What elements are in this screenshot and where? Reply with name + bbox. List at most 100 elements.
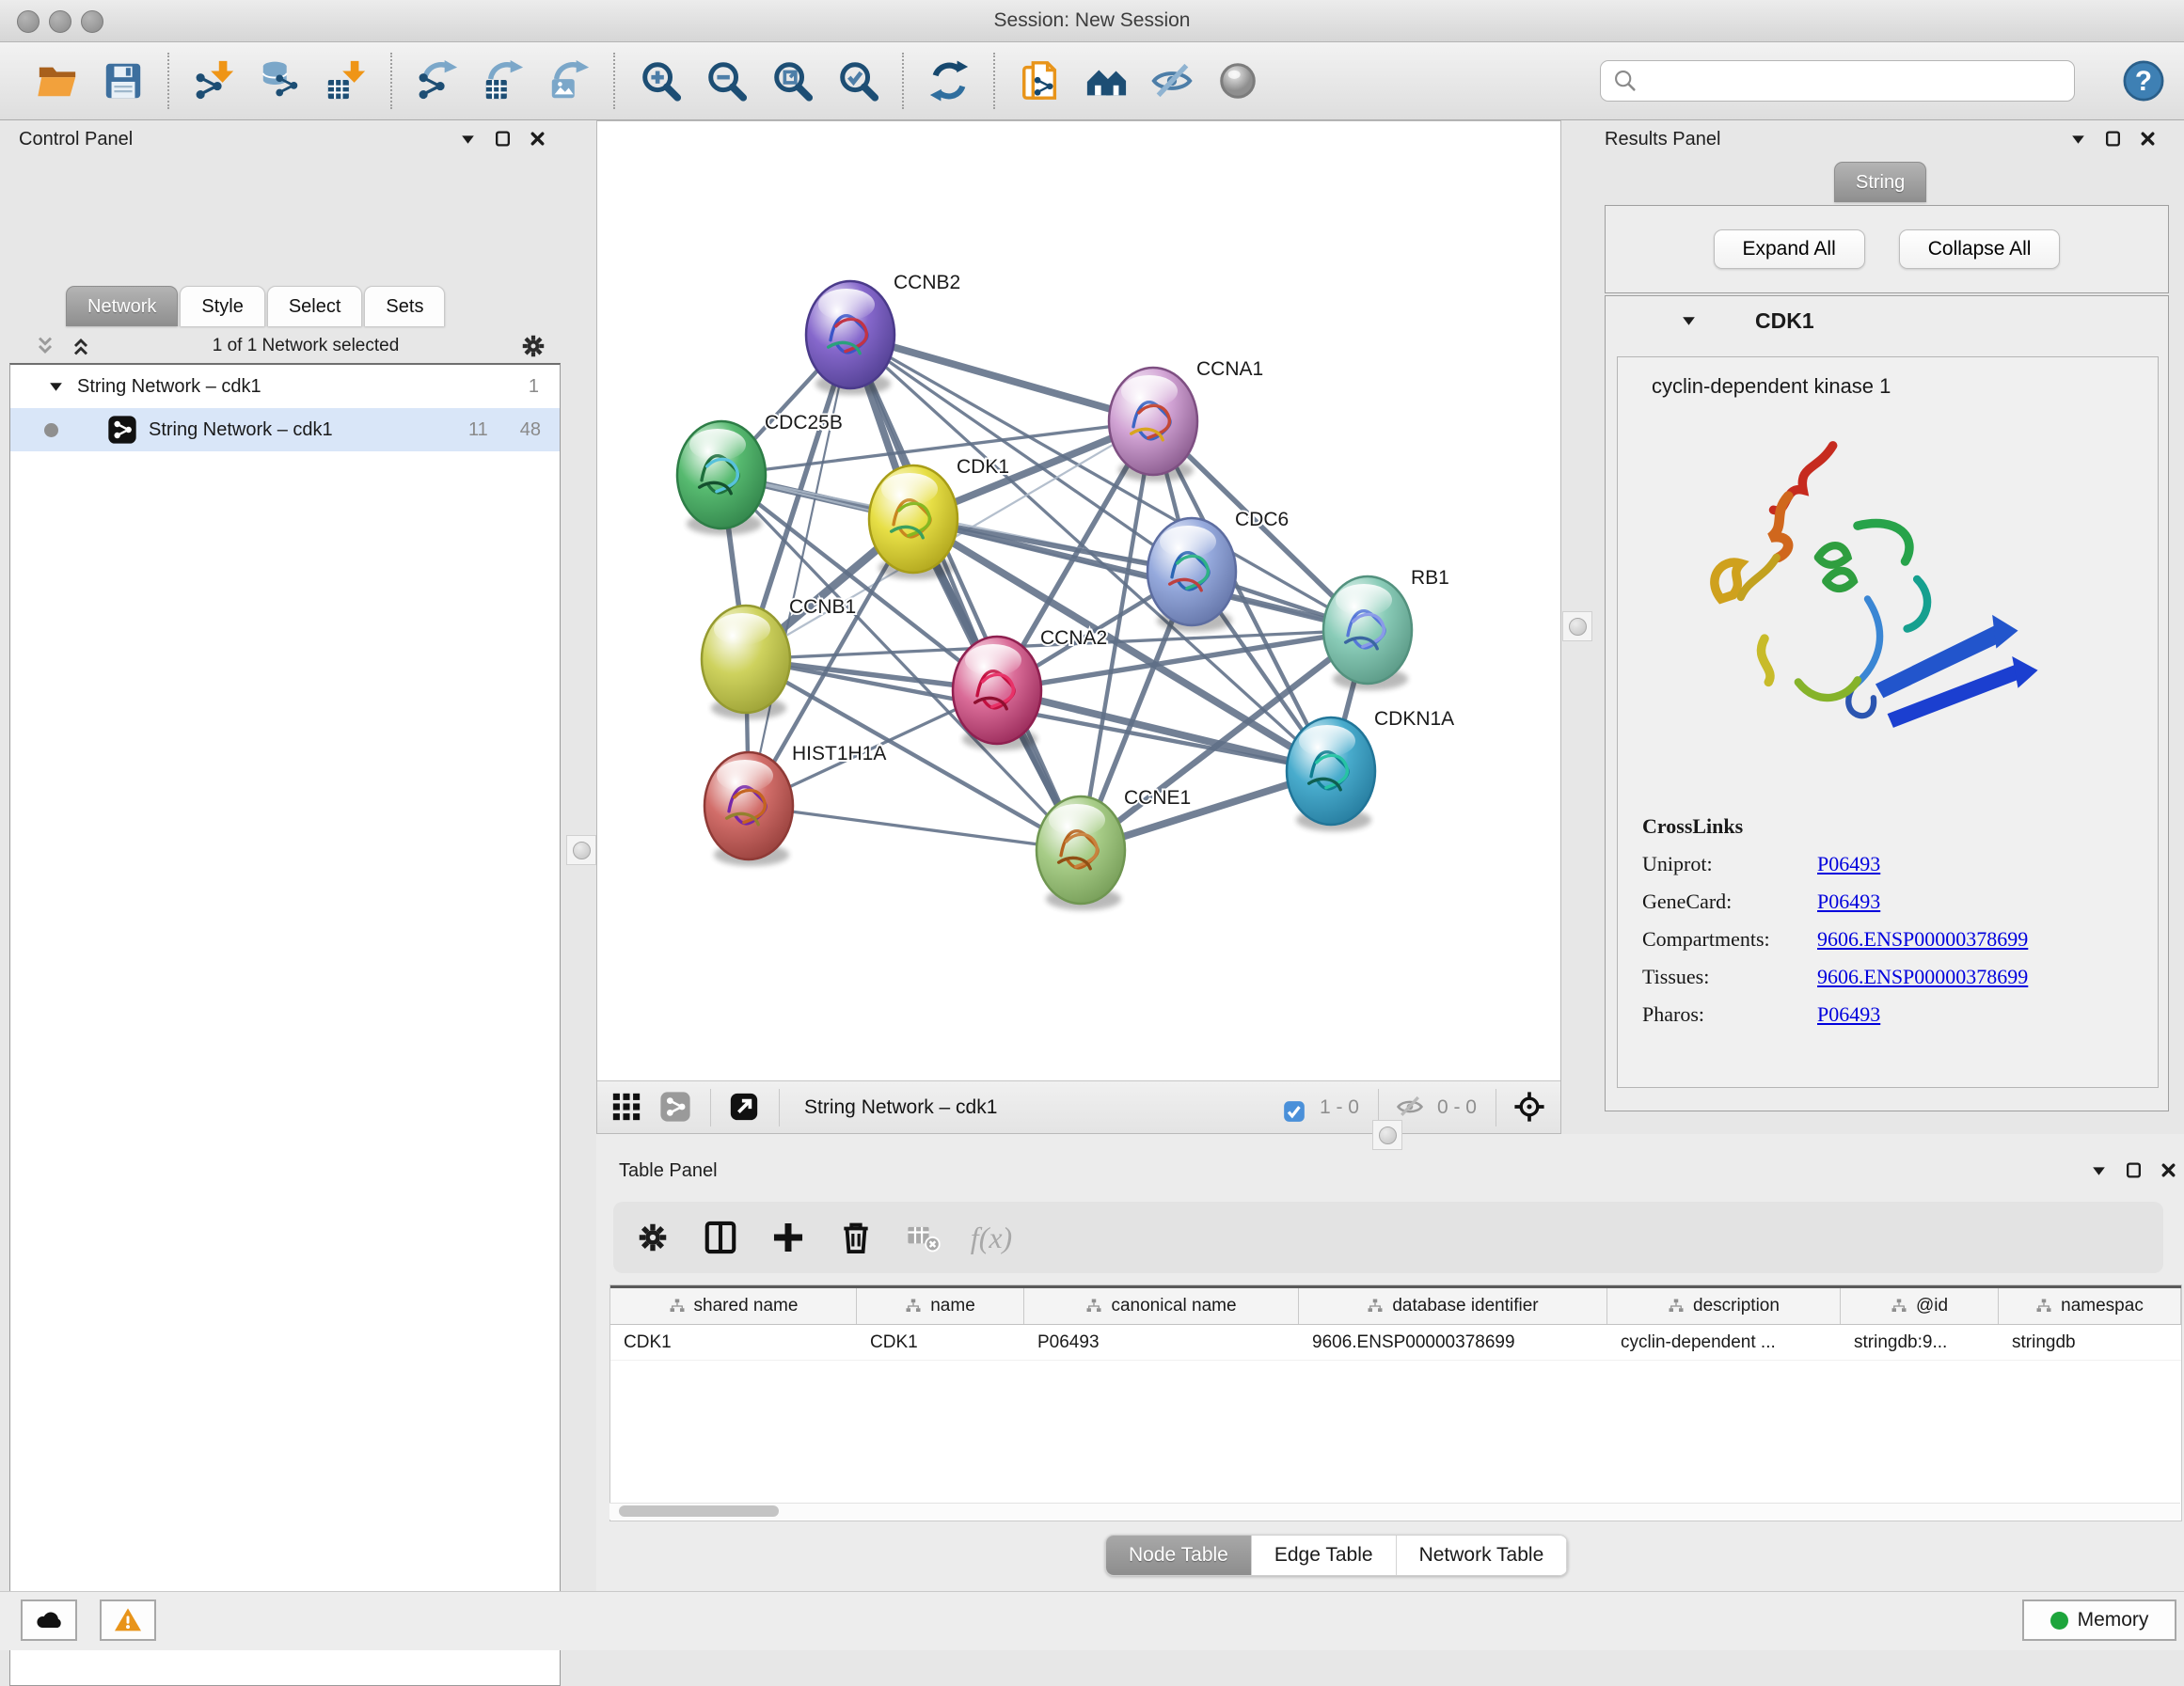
column-header-name[interactable]: name — [857, 1288, 1024, 1324]
entry-detail: cyclin-dependent kinase 1 — [1617, 356, 2159, 1088]
panel-float-icon[interactable] — [494, 130, 512, 148]
scrollbar-thumb[interactable] — [619, 1505, 779, 1517]
table-row[interactable]: CDK1CDK1P064939606.ENSP00000378699cyclin… — [610, 1325, 2181, 1361]
open-in-new-icon[interactable] — [728, 1091, 762, 1125]
table-tab-edge-table[interactable]: Edge Table — [1252, 1536, 1397, 1575]
hide-selection-icon[interactable] — [1148, 57, 1195, 104]
network-node-CDKN1A[interactable] — [1287, 717, 1375, 831]
table-cell: CDK1 — [857, 1325, 1024, 1360]
panel-close-icon[interactable] — [2139, 130, 2157, 148]
zoom-selected-icon[interactable] — [834, 57, 881, 104]
collapse-all-button[interactable]: Collapse All — [1899, 229, 2061, 269]
network-edge-CCNB2-HIST1H1A[interactable] — [749, 335, 850, 806]
panel-menu-caret-icon[interactable] — [2069, 130, 2087, 148]
selected-checkbox-icon[interactable] — [1282, 1095, 1306, 1120]
crosslink-link[interactable]: P06493 — [1817, 1002, 1880, 1027]
network-edge-HIST1H1A-CCNE1[interactable] — [749, 806, 1081, 850]
network-status-dot — [44, 423, 58, 437]
panel-menu-caret-icon[interactable] — [2090, 1161, 2108, 1179]
expand-all-button[interactable]: Expand All — [1714, 229, 1865, 269]
show-columns-icon[interactable] — [700, 1217, 741, 1258]
grid-view-icon[interactable] — [610, 1091, 644, 1125]
control-tab-network[interactable]: Network — [66, 286, 178, 326]
table-tab-network-table[interactable]: Network Table — [1397, 1536, 1568, 1575]
network-edge-CCNB2-CCNE1[interactable] — [850, 335, 1081, 850]
entry-caret-icon[interactable] — [1681, 313, 1697, 329]
control-tab-style[interactable]: Style — [180, 286, 264, 326]
crosslink-link[interactable]: P06493 — [1817, 890, 1880, 914]
warnings-button[interactable] — [100, 1599, 156, 1641]
toolbar-separator — [167, 53, 170, 109]
window-title: Session: New Session — [0, 0, 2184, 41]
network-node-CDK1[interactable] — [869, 465, 957, 579]
tree-expanded-caret-icon[interactable] — [48, 379, 64, 395]
column-header-canonical-name[interactable]: canonical name — [1024, 1288, 1299, 1324]
crosslink-link[interactable]: P06493 — [1817, 852, 1880, 876]
network-node-CDC25B[interactable] — [677, 421, 766, 535]
column-header-label: database identifier — [1392, 1296, 1538, 1316]
left-splitter-handle[interactable] — [566, 835, 596, 865]
column-header-description[interactable]: description — [1607, 1288, 1841, 1324]
zoom-fit-icon[interactable] — [768, 57, 815, 104]
export-table-icon[interactable] — [480, 57, 527, 104]
column-header-database-identifier[interactable]: database identifier — [1299, 1288, 1607, 1324]
results-tab-string[interactable]: String — [1834, 162, 1926, 202]
control-tab-sets[interactable]: Sets — [364, 286, 445, 326]
panel-float-icon[interactable] — [2104, 130, 2122, 148]
cloud-button[interactable] — [21, 1599, 77, 1641]
home-networks-icon[interactable] — [1083, 57, 1130, 104]
column-header--id[interactable]: @id — [1841, 1288, 1999, 1324]
panel-float-icon[interactable] — [2125, 1161, 2143, 1179]
search-input[interactable] — [1638, 63, 2074, 99]
import-table-icon[interactable] — [323, 57, 370, 104]
show-all-icon[interactable] — [1214, 57, 1261, 104]
network-node-CCNB2[interactable] — [806, 281, 894, 395]
crosslink-link[interactable]: 9606.ENSP00000378699 — [1817, 927, 2028, 952]
entry-header[interactable]: CDK1 — [1606, 296, 2168, 345]
function-builder-icon: f(x) — [971, 1217, 1012, 1258]
right-splitter-handle[interactable] — [1562, 611, 1592, 641]
table-options-gear-icon[interactable] — [632, 1217, 673, 1258]
table-tab-node-table[interactable]: Node Table — [1106, 1536, 1252, 1575]
network-node-RB1[interactable] — [1323, 576, 1412, 690]
network-node-CCNA1[interactable] — [1109, 368, 1197, 481]
panel-menu-caret-icon[interactable] — [459, 130, 477, 148]
column-header-label: canonical name — [1111, 1296, 1236, 1316]
clipboard-network-icon[interactable] — [1017, 57, 1064, 104]
collapse-all-chevrons-icon[interactable] — [34, 335, 56, 357]
zoom-in-icon[interactable] — [637, 57, 684, 104]
network-node-label-CCNA2: CCNA2 — [1040, 627, 1107, 649]
panel-close-icon[interactable] — [529, 130, 546, 148]
refresh-icon[interactable] — [926, 57, 973, 104]
network-node-CCNB1[interactable] — [702, 606, 790, 719]
node-table: shared name name canonical name database… — [609, 1284, 2182, 1521]
network-overview-icon[interactable] — [659, 1091, 693, 1125]
expand-all-chevrons-icon[interactable] — [70, 335, 92, 357]
panel-close-icon[interactable] — [2160, 1161, 2177, 1179]
column-header-namespac[interactable]: namespac — [1999, 1288, 2181, 1324]
table-type-tabs: Node TableEdge TableNetwork Table — [1105, 1535, 1568, 1576]
crosslink-link[interactable]: 9606.ENSP00000378699 — [1817, 965, 2028, 989]
import-network-file-icon[interactable] — [191, 57, 238, 104]
network-node-CCNA2[interactable] — [953, 637, 1041, 750]
save-session-icon[interactable] — [100, 57, 147, 104]
help-icon[interactable]: ? — [2120, 57, 2167, 104]
export-network-icon[interactable] — [414, 57, 461, 104]
network-node-HIST1H1A[interactable] — [704, 752, 793, 866]
center-view-crosshair-icon[interactable] — [1513, 1091, 1547, 1125]
add-column-icon[interactable] — [768, 1217, 809, 1258]
network-row-selected[interactable]: String Network – cdk1 11 48 — [10, 408, 560, 451]
network-collection-row[interactable]: String Network – cdk1 1 — [10, 365, 560, 408]
export-image-icon[interactable] — [546, 57, 593, 104]
network-canvas[interactable]: CCNB2CCNA1CDC25BCDK1CDC6RB1CCNB1CCNA2CDK… — [596, 120, 1561, 1134]
import-network-database-icon[interactable] — [257, 57, 304, 104]
control-tab-select[interactable]: Select — [267, 286, 363, 326]
open-session-icon[interactable] — [34, 57, 81, 104]
column-header-shared-name[interactable]: shared name — [610, 1288, 857, 1324]
zoom-out-icon[interactable] — [703, 57, 750, 104]
memory-button[interactable]: Memory — [2022, 1599, 2176, 1641]
network-options-gear-icon[interactable] — [519, 332, 547, 360]
bottom-splitter-handle[interactable] — [1372, 1120, 1402, 1150]
delete-column-trash-icon[interactable] — [835, 1217, 877, 1258]
network-node-CCNE1[interactable] — [1037, 796, 1125, 910]
